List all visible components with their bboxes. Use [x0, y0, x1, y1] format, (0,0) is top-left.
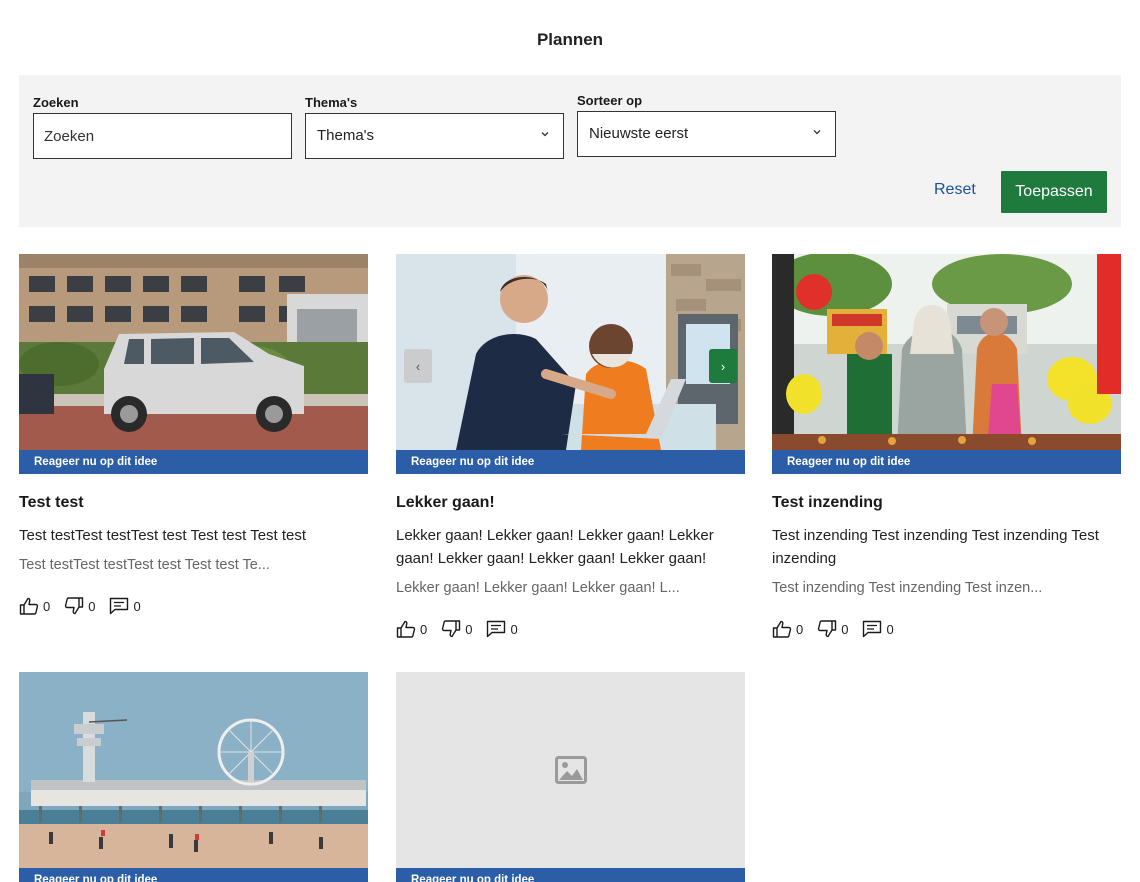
chevron-right-icon: › [720, 358, 726, 374]
dislike-count: 0 [841, 621, 849, 637]
sort-field: Sorteer op Nieuwste eerst [577, 93, 836, 157]
dislike-button[interactable]: 0 [817, 620, 848, 638]
dislike-button[interactable]: 0 [64, 597, 95, 615]
comment-button[interactable]: 0 [109, 597, 141, 615]
comment-count: 0 [886, 621, 894, 637]
card-banner[interactable]: Reageer nu op dit idee [396, 868, 745, 882]
comment-count: 0 [133, 598, 141, 614]
like-button[interactable]: 0 [772, 620, 803, 638]
idea-card[interactable]: Reageer nu op dit idee Test test Test te… [19, 254, 368, 624]
sort-select[interactable]: Nieuwste eerst [577, 111, 836, 157]
themes-select[interactable]: Thema's [305, 113, 564, 159]
card-title[interactable]: Lekker gaan! [396, 494, 495, 512]
comment-icon [863, 620, 882, 638]
like-count: 0 [420, 621, 428, 637]
sort-label: Sorteer op [577, 93, 643, 108]
idea-card[interactable]: ‹ › Reageer nu op dit idee Lekker gaan! … [396, 254, 745, 648]
like-button[interactable]: 0 [19, 597, 50, 615]
thumbs-down-icon [65, 597, 84, 615]
comment-icon [487, 620, 506, 638]
card-banner[interactable]: Reageer nu op dit idee [772, 450, 1121, 474]
thumbs-up-icon [19, 597, 39, 615]
card-description: Test testTest testTest test Test test Te… [19, 557, 270, 573]
like-count: 0 [43, 598, 51, 614]
idea-card[interactable]: Reageer nu op dit idee Test inzending Te… [772, 254, 1121, 648]
card-banner[interactable]: Reageer nu op dit idee [19, 868, 368, 882]
carousel-next-button[interactable]: › [709, 349, 737, 383]
comment-button[interactable]: 0 [862, 620, 894, 638]
chevron-left-icon: ‹ [415, 358, 421, 374]
themes-select-value: Thema's [317, 127, 375, 144]
card-description: Test inzending Test inzending Test inzen… [772, 580, 1043, 596]
card-actions: 0 0 0 [396, 620, 532, 638]
dislike-button[interactable]: 0 [441, 620, 472, 638]
reset-button[interactable]: Reset [934, 181, 976, 199]
dislike-count: 0 [465, 621, 473, 637]
card-title[interactable]: Test inzending [772, 494, 883, 512]
card-image[interactable] [19, 254, 368, 450]
thumbs-up-icon [396, 620, 416, 638]
idea-card[interactable]: Reageer nu op dit idee [19, 672, 368, 882]
page-title: Plannen [536, 30, 604, 49]
comment-count: 0 [510, 621, 518, 637]
card-summary: Lekker gaan! Lekker gaan! Lekker gaan! L… [396, 527, 714, 567]
search-field: Zoeken [33, 95, 292, 159]
card-description: Lekker gaan! Lekker gaan! Lekker gaan! L… [396, 580, 680, 596]
dislike-count: 0 [88, 598, 96, 614]
apply-button[interactable]: Toepassen [1001, 171, 1107, 213]
comment-button[interactable]: 0 [486, 620, 518, 638]
sort-select-value: Nieuwste eerst [589, 125, 689, 142]
chevron-down-icon [813, 130, 821, 135]
search-box[interactable] [33, 113, 292, 159]
thumbs-down-icon [818, 620, 837, 638]
search-label: Zoeken [33, 95, 79, 110]
themes-field: Thema's Thema's [305, 95, 564, 159]
card-image[interactable]: ‹ › [396, 254, 745, 450]
card-image[interactable] [19, 672, 368, 868]
card-summary: Test testTest testTest test Test test Te… [19, 527, 307, 544]
card-image-placeholder[interactable] [396, 672, 745, 868]
filter-panel: Zoeken Thema's Thema's Sorteer op Nieuws… [19, 75, 1121, 227]
card-image[interactable] [772, 254, 1121, 450]
idea-card[interactable]: Reageer nu op dit idee [396, 672, 745, 882]
thumbs-down-icon [442, 620, 461, 638]
card-summary: Test inzending Test inzending Test inzen… [772, 527, 1099, 567]
card-actions: 0 0 0 [772, 620, 908, 638]
chevron-down-icon [541, 132, 549, 137]
thumbs-up-icon [772, 620, 792, 638]
card-banner[interactable]: Reageer nu op dit idee [396, 450, 745, 474]
card-banner[interactable]: Reageer nu op dit idee [19, 450, 368, 474]
card-title[interactable]: Test test [19, 494, 84, 512]
like-button[interactable]: 0 [396, 620, 427, 638]
like-count: 0 [796, 621, 804, 637]
card-actions: 0 0 0 [19, 597, 155, 615]
carousel-prev-button[interactable]: ‹ [404, 349, 432, 383]
search-input[interactable] [34, 114, 291, 158]
comment-icon [110, 597, 129, 615]
image-placeholder-icon [554, 756, 587, 784]
themes-label: Thema's [305, 95, 358, 110]
